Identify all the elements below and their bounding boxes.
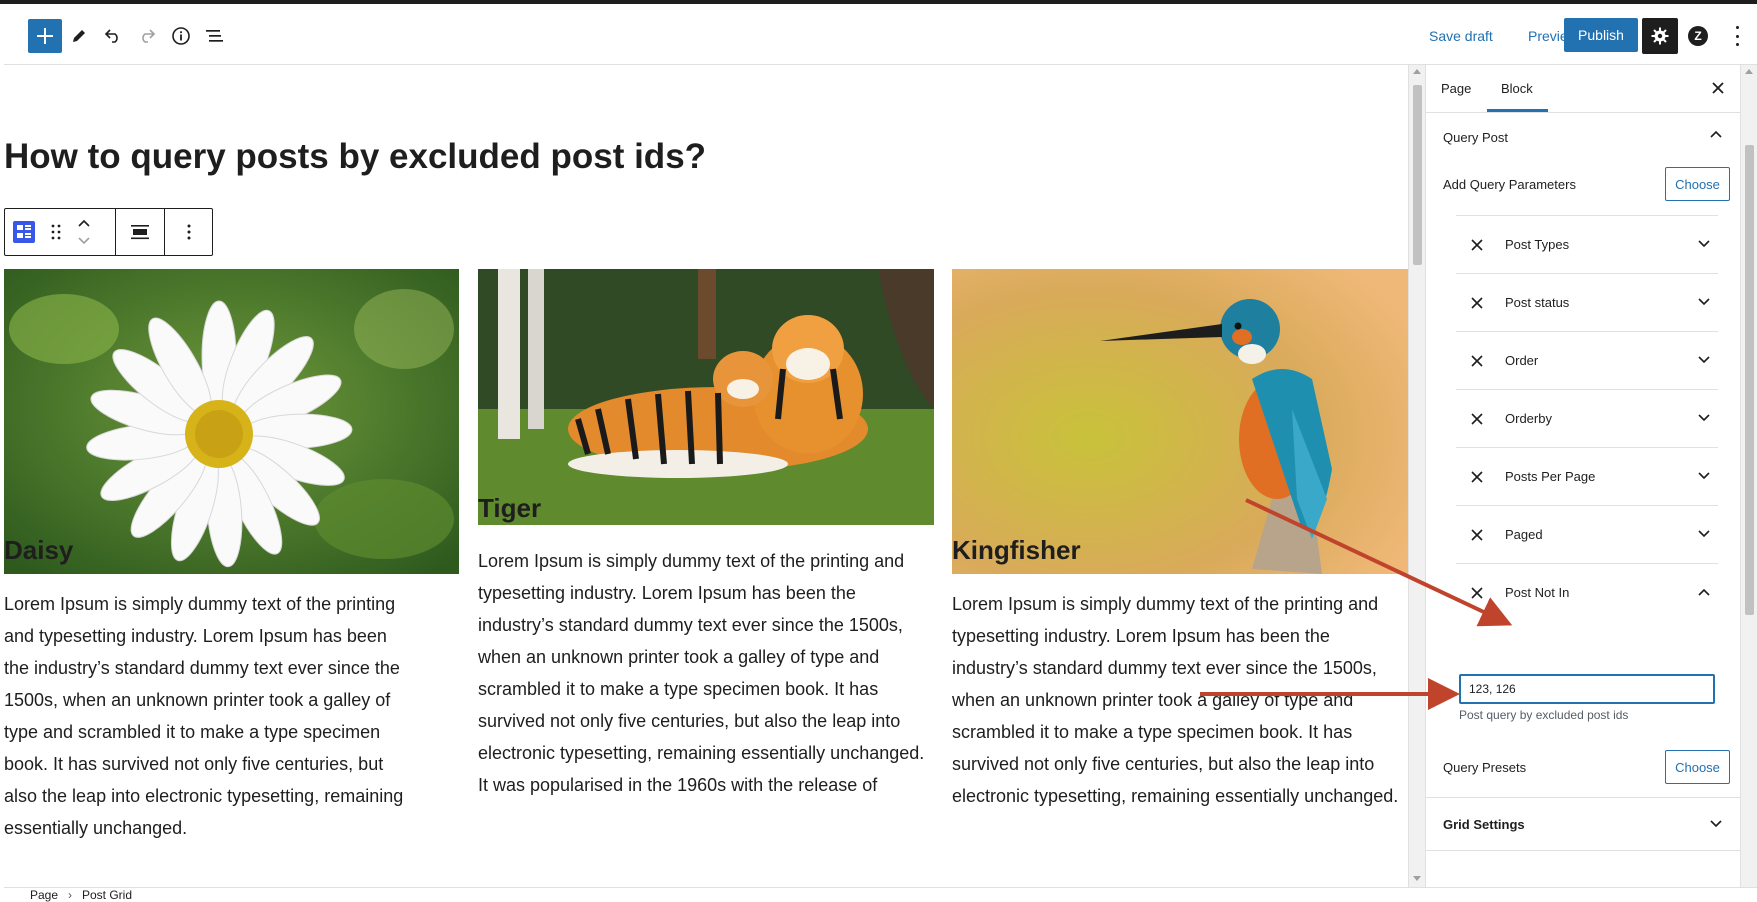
- param-row-post-types[interactable]: Post Types: [1456, 216, 1718, 274]
- chevron-down-icon[interactable]: [1698, 239, 1710, 249]
- move-down-icon[interactable]: [78, 237, 90, 245]
- post-image-daisy: [4, 269, 459, 574]
- align-icon: [131, 225, 149, 240]
- sidebar-tabs: Page Block: [1426, 65, 1740, 113]
- param-label: Orderby: [1505, 411, 1552, 426]
- block-breadcrumb: Page › Post Grid: [4, 887, 1757, 902]
- chevron-up-icon[interactable]: [1698, 587, 1710, 597]
- scroll-down-arrow[interactable]: [1413, 876, 1421, 881]
- param-label: Post Types: [1505, 237, 1570, 252]
- tab-page[interactable]: Page: [1441, 81, 1471, 96]
- pencil-icon: [73, 30, 85, 42]
- undo-button[interactable]: [96, 19, 130, 53]
- remove-icon[interactable]: [1470, 528, 1484, 542]
- chevron-down-icon[interactable]: [1698, 471, 1710, 481]
- move-up-icon[interactable]: [78, 219, 90, 227]
- param-label: Post Not In: [1505, 585, 1570, 600]
- post-image-kingfisher: [952, 269, 1408, 574]
- editor-header: Save draft Preview Publish Z: [4, 4, 1757, 65]
- block-type-button[interactable]: [5, 209, 43, 255]
- zz-logo-icon[interactable]: Z: [1688, 26, 1708, 46]
- query-presets-choose-button[interactable]: Choose: [1665, 750, 1730, 784]
- remove-icon[interactable]: [1470, 354, 1484, 368]
- post-grid-icon: [13, 221, 35, 243]
- post-not-in-input[interactable]: [1459, 674, 1715, 704]
- breadcrumb-post-grid[interactable]: Post Grid: [82, 888, 132, 902]
- kebab-icon: [1735, 26, 1739, 29]
- scroll-up-arrow[interactable]: [1745, 69, 1753, 74]
- sidebar-scroll-thumb[interactable]: [1745, 145, 1754, 615]
- param-row-post-not-in[interactable]: Post Not In: [1456, 564, 1718, 622]
- page-title[interactable]: How to query posts by excluded post ids?: [4, 137, 706, 177]
- param-label: Post status: [1505, 295, 1570, 310]
- param-row-order[interactable]: Order: [1456, 332, 1718, 390]
- chevron-down-icon[interactable]: [1698, 529, 1710, 539]
- chevron-down-icon[interactable]: [1698, 355, 1710, 365]
- canvas-scroll-thumb[interactable]: [1413, 85, 1422, 265]
- details-button[interactable]: [164, 19, 198, 53]
- param-label: Order: [1505, 353, 1539, 368]
- toolbar-group-block: [5, 209, 116, 255]
- chevron-down-icon[interactable]: [1710, 820, 1722, 828]
- post-title-daisy[interactable]: Daisy: [4, 535, 73, 566]
- add-block-button[interactable]: [28, 19, 62, 53]
- query-presets-label: Query Presets: [1443, 760, 1527, 775]
- param-label: Posts Per Page: [1505, 469, 1596, 484]
- move-buttons: [69, 209, 99, 255]
- post-excerpt-daisy: Lorem Ipsum is simply dummy text of the …: [4, 594, 404, 838]
- active-tab-indicator: [1487, 109, 1548, 112]
- close-icon[interactable]: [1711, 81, 1725, 95]
- post-image-tiger: [478, 269, 934, 525]
- settings-sidebar: Page Block Query Post Add Query Paramete…: [1425, 65, 1740, 887]
- remove-icon[interactable]: [1470, 586, 1484, 600]
- drag-handle-icon: [51, 224, 61, 240]
- info-icon: [172, 27, 190, 45]
- post-excerpt-tiger: Lorem Ipsum is simply dummy text of the …: [478, 551, 925, 795]
- redo-icon: [142, 29, 156, 43]
- options-button[interactable]: [1734, 26, 1740, 46]
- remove-icon[interactable]: [1470, 238, 1484, 252]
- add-query-parameters-label: Add Query Parameters: [1443, 177, 1576, 192]
- add-query-parameters-choose-button[interactable]: Choose: [1665, 167, 1730, 201]
- tab-block[interactable]: Block: [1501, 81, 1533, 96]
- list-view-button[interactable]: [198, 19, 232, 53]
- list-view-icon: [206, 30, 223, 42]
- sidebar-scrollbar[interactable]: [1740, 65, 1757, 887]
- redo-button[interactable]: [130, 19, 164, 53]
- breadcrumb-page[interactable]: Page: [30, 888, 58, 902]
- drag-handle[interactable]: [43, 209, 69, 255]
- block-options-button[interactable]: [165, 209, 212, 255]
- kebab-icon: [187, 224, 190, 240]
- remove-icon[interactable]: [1470, 470, 1484, 484]
- post-excerpt-kingfisher: Lorem Ipsum is simply dummy text of the …: [952, 594, 1399, 806]
- tools-button[interactable]: [62, 19, 96, 53]
- settings-button[interactable]: [1642, 18, 1678, 54]
- chevron-down-icon[interactable]: [1698, 413, 1710, 423]
- canvas-scrollbar[interactable]: [1408, 65, 1425, 887]
- publish-button[interactable]: Publish: [1564, 18, 1638, 52]
- grid-settings-panel-title[interactable]: Grid Settings: [1443, 817, 1525, 832]
- param-row-posts-per-page[interactable]: Posts Per Page: [1456, 448, 1718, 506]
- post-title-tiger[interactable]: Tiger: [478, 493, 541, 524]
- editor-canvas: How to query posts by excluded post ids?: [4, 65, 1408, 887]
- undo-icon: [104, 29, 118, 43]
- gear-icon: [1651, 27, 1669, 45]
- align-button[interactable]: [116, 209, 165, 255]
- param-label: Paged: [1505, 527, 1543, 542]
- param-row-orderby[interactable]: Orderby: [1456, 390, 1718, 448]
- save-draft-button[interactable]: Save draft: [1429, 28, 1493, 44]
- post-not-in-help-text: Post query by excluded post ids: [1459, 708, 1629, 722]
- block-toolbar: [4, 208, 213, 256]
- param-row-paged[interactable]: Paged: [1456, 506, 1718, 564]
- remove-icon[interactable]: [1470, 412, 1484, 426]
- chevron-down-icon[interactable]: [1698, 297, 1710, 307]
- query-post-panel-title[interactable]: Query Post: [1443, 130, 1508, 145]
- remove-icon[interactable]: [1470, 296, 1484, 310]
- chevron-up-icon[interactable]: [1710, 130, 1722, 138]
- chevron-right-icon: ›: [68, 888, 72, 902]
- param-row-post-status[interactable]: Post status: [1456, 274, 1718, 332]
- scroll-up-arrow[interactable]: [1413, 69, 1421, 74]
- post-title-kingfisher[interactable]: Kingfisher: [952, 535, 1081, 566]
